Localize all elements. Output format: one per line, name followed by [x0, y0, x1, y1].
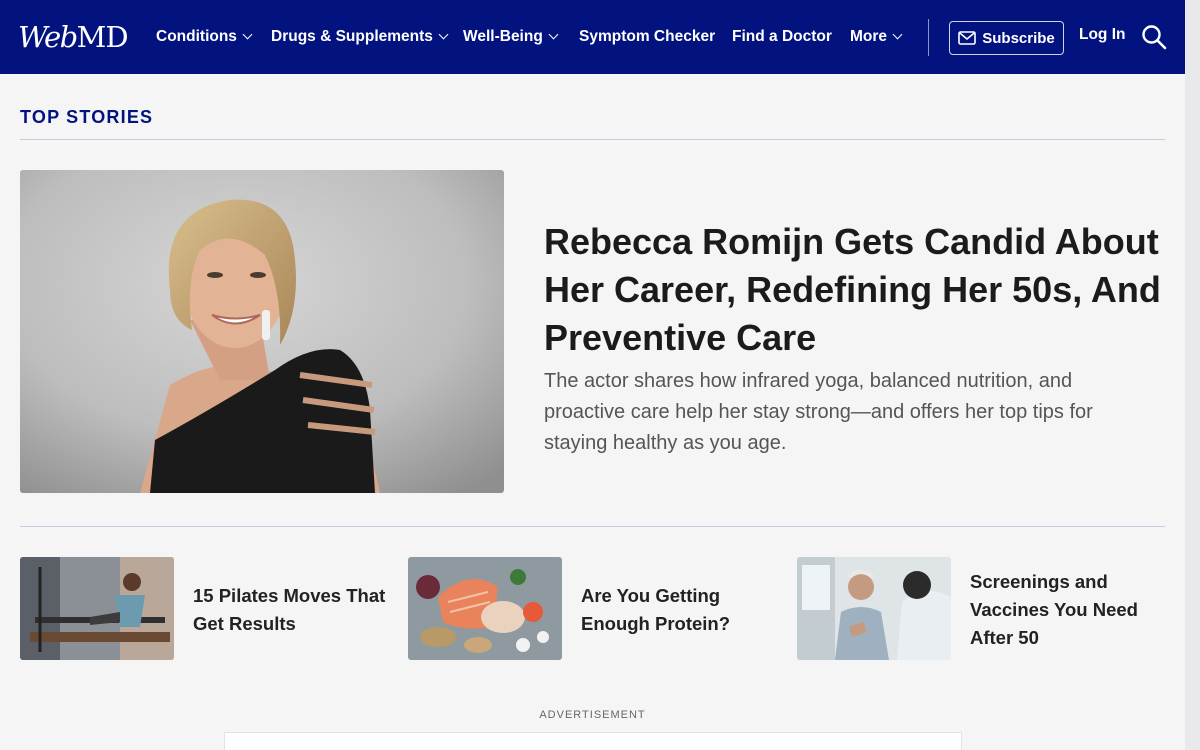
- hero-story-title[interactable]: Rebecca Romijn Gets Candid About Her Car…: [544, 218, 1174, 362]
- webmd-logo[interactable]: WebMD: [18, 20, 129, 54]
- story-card-image-protein[interactable]: [408, 557, 562, 660]
- subscribe-button[interactable]: Subscribe: [949, 21, 1064, 55]
- hero-story-description: The actor shares how infrared yoga, bala…: [544, 370, 1093, 454]
- nav-more[interactable]: More: [850, 26, 903, 48]
- pilates-photo: [20, 557, 174, 660]
- story-card-title[interactable]: 15 Pilates Moves That Get Results: [193, 582, 393, 638]
- nav-label: Symptom Checker: [579, 28, 716, 45]
- section-divider: [20, 139, 1165, 140]
- login-link[interactable]: Log In: [1079, 26, 1126, 44]
- nav-label: Find a Doctor: [732, 28, 832, 45]
- advertisement-slot[interactable]: [224, 732, 962, 750]
- chevron-down-icon: [548, 29, 559, 40]
- chevron-down-icon: [438, 29, 449, 40]
- logo-md-text: MD: [76, 20, 129, 54]
- nav-label: More: [850, 28, 888, 45]
- header-divider: [928, 19, 929, 56]
- mail-icon: [958, 31, 977, 45]
- nav-find-a-doctor[interactable]: Find a Doctor: [732, 26, 832, 48]
- nav-label: Well-Being: [463, 28, 543, 45]
- section-title-top-stories: TOP STORIES: [20, 107, 154, 127]
- section-divider: [20, 526, 1165, 527]
- hero-photo: [20, 170, 504, 493]
- story-card-title[interactable]: Are You Getting Enough Protein?: [581, 582, 771, 638]
- advertisement-label: ADVERTISEMENT: [539, 709, 646, 721]
- story-card-title[interactable]: Screenings and Vaccines You Need After 5…: [970, 568, 1160, 652]
- logo-web-text: Web: [18, 20, 78, 54]
- chevron-down-icon: [242, 29, 253, 40]
- doctor-patient-photo: [797, 557, 951, 660]
- story-card-image-pilates[interactable]: [20, 557, 174, 660]
- subscribe-label: Subscribe: [982, 29, 1055, 47]
- nav-symptom-checker[interactable]: Symptom Checker: [579, 26, 715, 48]
- story-card-image-screenings[interactable]: [797, 557, 951, 660]
- nav-drugs-supplements[interactable]: Drugs & Supplements: [271, 26, 449, 48]
- site-header: WebMD Conditions Drugs & Supplements Wel…: [0, 0, 1185, 74]
- nav-well-being[interactable]: Well-Being: [463, 26, 559, 48]
- scrollbar-track[interactable]: [1185, 0, 1200, 750]
- protein-foods-photo: [408, 557, 562, 660]
- nav-conditions[interactable]: Conditions: [156, 26, 253, 48]
- hero-story-image[interactable]: [20, 170, 504, 493]
- nav-label: Drugs & Supplements: [271, 28, 433, 45]
- nav-label: Conditions: [156, 28, 237, 45]
- search-icon[interactable]: [1141, 24, 1167, 50]
- chevron-down-icon: [892, 29, 903, 40]
